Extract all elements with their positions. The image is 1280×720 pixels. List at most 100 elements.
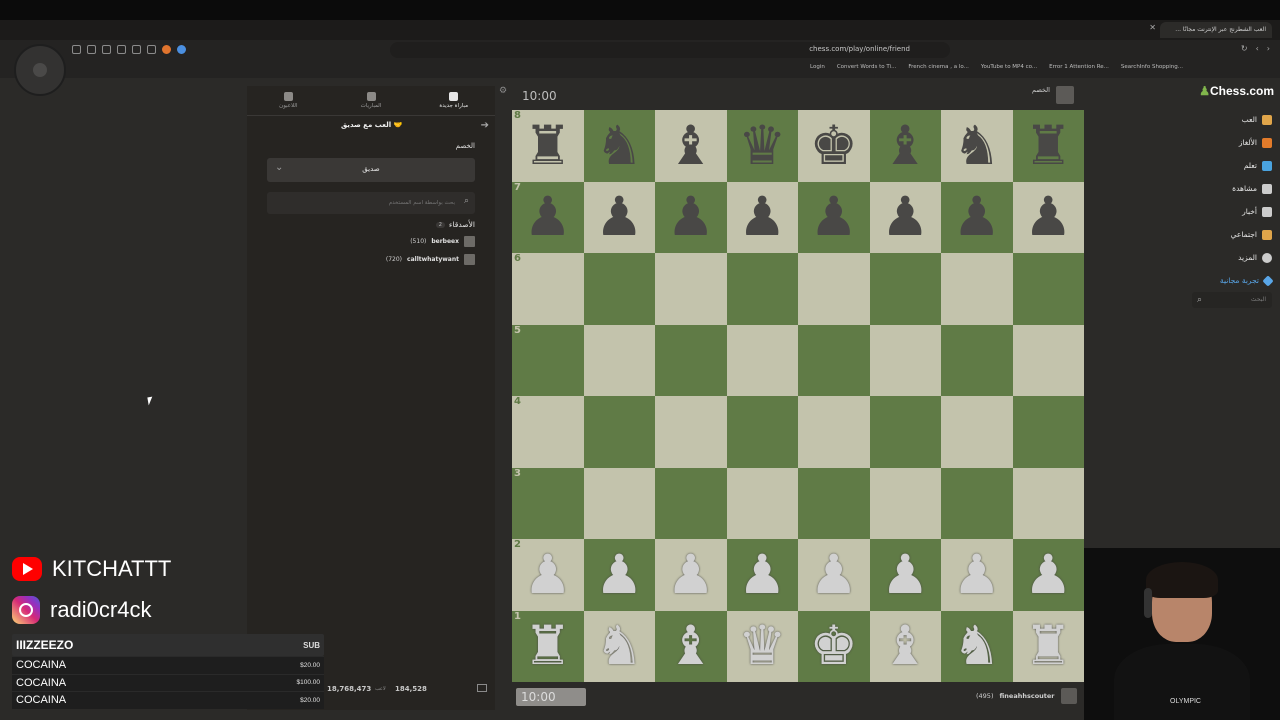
board-square[interactable]: ♞ — [941, 610, 1013, 682]
sidebar-icon[interactable] — [87, 45, 96, 54]
board-square[interactable]: ♟ — [1012, 539, 1084, 611]
white-king-piece[interactable]: ♚ — [810, 619, 858, 673]
board-square[interactable] — [655, 253, 727, 325]
reload-icon[interactable]: ↻ — [1241, 44, 1248, 53]
nav-item-play[interactable]: العب — [1192, 108, 1272, 131]
board-square[interactable]: ♛ — [726, 110, 798, 182]
board-square[interactable]: 2 ♟ — [512, 539, 584, 611]
bookmark[interactable]: Convert Words to Ti... — [837, 64, 896, 76]
board-square[interactable]: ♚ — [798, 110, 870, 182]
back-arrow-icon[interactable]: ➔ — [481, 120, 489, 131]
close-icon[interactable]: ✕ — [1149, 23, 1156, 32]
username-search-input[interactable] — [267, 192, 475, 214]
board-square[interactable]: ♟ — [583, 539, 655, 611]
friend-item[interactable]: (720) calltwhatywant — [386, 254, 475, 265]
tab-players[interactable]: اللاعبون — [247, 86, 330, 115]
board-square[interactable] — [869, 324, 941, 396]
screenshot-icon[interactable] — [117, 45, 126, 54]
brave-icon[interactable] — [162, 45, 171, 54]
black-knight-piece[interactable]: ♞ — [953, 118, 1001, 173]
board-square[interactable]: ♟ — [583, 181, 655, 253]
board-square[interactable]: ♝ — [869, 110, 941, 182]
white-pawn-piece[interactable]: ♟ — [738, 547, 786, 602]
board-square[interactable]: ♟ — [798, 539, 870, 611]
board-square[interactable]: ♟ — [869, 539, 941, 611]
board-square[interactable]: 6 — [512, 253, 584, 325]
white-pawn-piece[interactable]: ♟ — [953, 547, 1001, 602]
board-square[interactable]: ♟ — [655, 181, 727, 253]
black-pawn-piece[interactable]: ♟ — [810, 190, 858, 244]
black-pawn-piece[interactable]: ♟ — [595, 190, 643, 244]
board-square[interactable]: 8 ♜ — [512, 110, 584, 182]
address-bar[interactable]: chess.com/play/online/friend — [390, 42, 950, 58]
board-square[interactable]: 1 ♜ — [512, 610, 584, 682]
board-square[interactable]: 3 — [512, 467, 584, 539]
forward-icon[interactable]: › — [1267, 44, 1270, 53]
board-square[interactable] — [655, 396, 727, 468]
board-square[interactable]: ♞ — [583, 610, 655, 682]
board-square[interactable]: ♟ — [655, 539, 727, 611]
board-square[interactable]: ♞ — [583, 110, 655, 182]
tab-new-game[interactable]: مباراة جديدة — [412, 86, 495, 115]
white-knight-piece[interactable]: ♞ — [595, 619, 643, 673]
board-square[interactable]: 4 — [512, 396, 584, 468]
white-rook-piece[interactable]: ♜ — [1024, 619, 1072, 673]
tab-icon[interactable] — [72, 45, 81, 54]
black-king-piece[interactable]: ♚ — [810, 118, 858, 173]
white-pawn-piece[interactable]: ♟ — [1024, 547, 1072, 602]
board-square[interactable]: ♟ — [726, 539, 798, 611]
board-square[interactable] — [726, 324, 798, 396]
white-pawn-piece[interactable]: ♟ — [524, 547, 572, 602]
back-icon[interactable]: ‹ — [1256, 44, 1259, 53]
bookmark[interactable]: French cinema , a lo... — [908, 64, 969, 76]
white-bishop-piece[interactable]: ♝ — [667, 619, 715, 673]
board-square[interactable] — [726, 396, 798, 468]
board-square[interactable] — [941, 253, 1013, 325]
board-square[interactable]: 5 — [512, 324, 584, 396]
vpn-icon[interactable] — [177, 45, 186, 54]
bookmark[interactable]: SearchInfo Shopping... — [1121, 64, 1183, 76]
chess-board[interactable]: 8 ♜ ♞ ♝ ♛ ♚ ♝ ♞ ♜ 7 ♟ ♟ ♟ ♟ ♟ ♟ ♟ ♟ 6 5 4 3 2 ♟ ♟ ♟ ♟ ♟ ♟ ♟ ♟ 1 ♜ ♞ ♝ ♛ ♚ ♝ ♞ ♜ — [512, 110, 1084, 682]
board-square[interactable] — [798, 253, 870, 325]
download-icon[interactable] — [147, 45, 156, 54]
nav-item-social[interactable]: اجتماعي — [1192, 223, 1272, 246]
black-pawn-piece[interactable]: ♟ — [667, 190, 715, 244]
white-bishop-piece[interactable]: ♝ — [881, 619, 929, 673]
board-square[interactable] — [655, 324, 727, 396]
board-square[interactable] — [1012, 396, 1084, 468]
board-square[interactable]: ♜ — [1012, 110, 1084, 182]
board-square[interactable]: 7 ♟ — [512, 181, 584, 253]
friend-item[interactable]: (510) berbeex — [410, 236, 475, 247]
bookmark[interactable]: Error 1 Attention Re... — [1049, 64, 1109, 76]
board-square[interactable]: ♝ — [655, 110, 727, 182]
board-square[interactable] — [798, 324, 870, 396]
nav-item-more[interactable]: المزيد — [1192, 246, 1272, 269]
bookmark[interactable]: Login — [810, 64, 825, 76]
white-queen-piece[interactable]: ♛ — [738, 619, 786, 673]
music-icon[interactable] — [102, 45, 111, 54]
nav-item-learn[interactable]: تعلم — [1192, 154, 1272, 177]
board-square[interactable]: ♜ — [1012, 610, 1084, 682]
board-square[interactable] — [1012, 324, 1084, 396]
black-pawn-piece[interactable]: ♟ — [881, 190, 929, 244]
board-square[interactable]: ♞ — [941, 110, 1013, 182]
board-square[interactable] — [726, 253, 798, 325]
white-pawn-piece[interactable]: ♟ — [881, 547, 929, 602]
board-square[interactable] — [583, 324, 655, 396]
tab-games[interactable]: المباريات — [330, 86, 413, 115]
board-square[interactable] — [1012, 253, 1084, 325]
board-square[interactable] — [655, 467, 727, 539]
nav-item-puzzles[interactable]: الألغاز — [1192, 131, 1272, 154]
white-pawn-piece[interactable]: ♟ — [667, 547, 715, 602]
board-square[interactable] — [1012, 467, 1084, 539]
white-rook-piece[interactable]: ♜ — [524, 619, 572, 673]
bookmark[interactable]: YouTube to MP4 co... — [981, 64, 1037, 76]
gear-icon[interactable]: ⚙ — [499, 86, 507, 96]
board-square[interactable]: ♟ — [941, 539, 1013, 611]
white-pawn-piece[interactable]: ♟ — [810, 547, 858, 602]
black-rook-piece[interactable]: ♜ — [1024, 118, 1072, 173]
free-trial-link[interactable]: تجربة مجانية — [1192, 269, 1274, 292]
board-square[interactable]: ♟ — [798, 181, 870, 253]
board-square[interactable]: ♟ — [941, 181, 1013, 253]
board-square[interactable]: ♝ — [655, 610, 727, 682]
